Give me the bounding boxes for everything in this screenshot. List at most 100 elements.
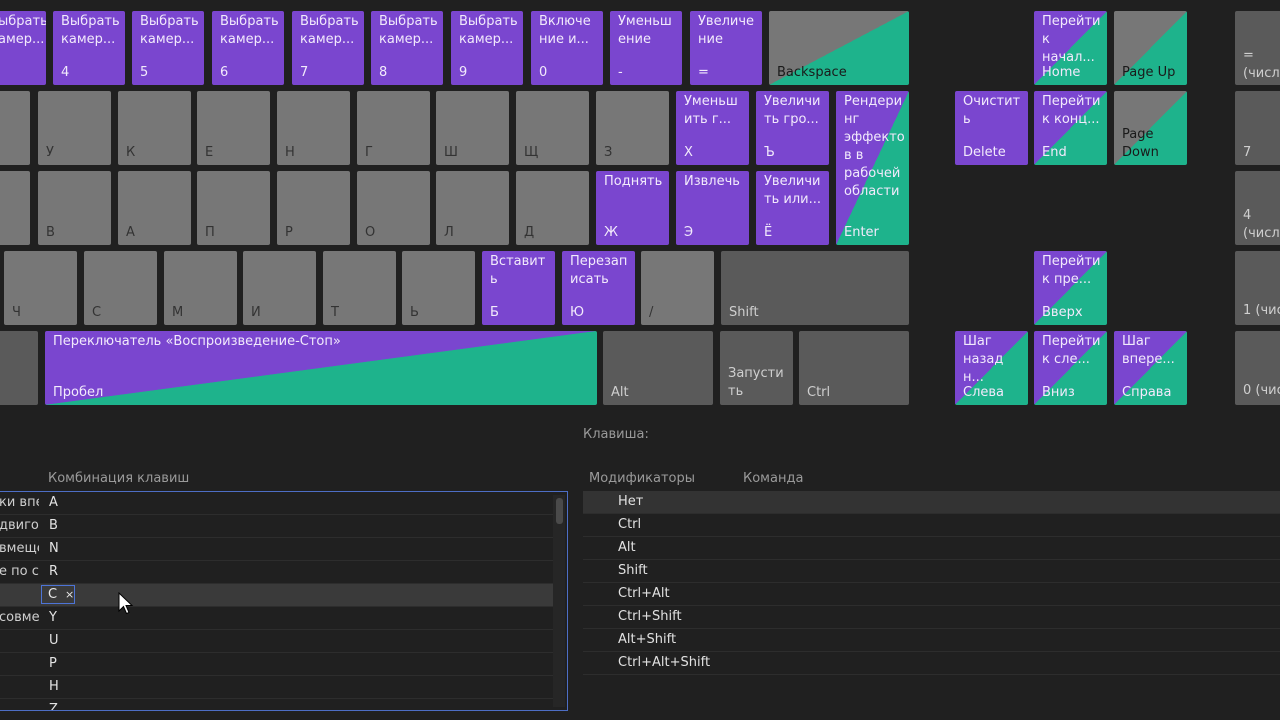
table-row[interactable]: совмес Y <box>0 607 554 630</box>
key-space[interactable]: Переключатель «Воспроизведение-Стоп» Про… <box>45 331 597 405</box>
key-arrow-up[interactable]: Перейти к пре... Вверх <box>1034 251 1107 325</box>
key-equals[interactable]: Увеличе ние = <box>690 11 762 85</box>
key-label: Ё <box>764 225 773 240</box>
key-page-up[interactable]: Page Up <box>1114 11 1187 85</box>
key-menu[interactable]: Запусти ть <box>720 331 793 405</box>
table-row[interactable]: ки впе A <box>0 492 554 515</box>
key-sch[interactable]: Щ <box>516 91 589 165</box>
key-label: Вниз <box>1042 385 1075 400</box>
shortcut-edit-chip[interactable]: C × <box>41 585 75 604</box>
key-q[interactable] <box>0 91 30 165</box>
modifier-row[interactable]: Alt <box>583 537 1280 560</box>
key-numpad-4[interactable]: 4 (числ <box>1235 171 1280 245</box>
key-numpad-7[interactable]: 7 <box>1235 91 1280 165</box>
key-numpad-equals[interactable]: = (числ <box>1235 11 1280 85</box>
key-win-left[interactable] <box>0 331 38 405</box>
key-end[interactable]: Перейти к конц... End <box>1034 91 1107 165</box>
list-scrollbar-thumb[interactable] <box>556 498 563 524</box>
key-9[interactable]: Выбрать камер... 9 <box>451 11 523 85</box>
key-k[interactable]: К <box>118 91 191 165</box>
modifier-row[interactable]: Ctrl+Shift <box>583 606 1280 629</box>
key-command: Перезап исать <box>570 254 628 287</box>
key-yo[interactable]: Увеличи ть или... Ё <box>756 171 829 245</box>
key-arrow-left[interactable]: Шаг назад н... Слева <box>955 331 1028 405</box>
key-6[interactable]: Выбрать камер... 6 <box>212 11 284 85</box>
table-row-selected[interactable]: C × <box>0 584 554 607</box>
key-v[interactable]: В <box>38 171 111 245</box>
key-ch[interactable]: Ч <box>4 251 77 325</box>
key-arrow-right[interactable]: Шаг впере... Справа <box>1114 331 1187 405</box>
key-g[interactable]: Г <box>357 91 430 165</box>
mouse-cursor-icon <box>118 592 134 615</box>
table-row[interactable]: вмеще N <box>0 538 554 561</box>
key-home[interactable]: Перейти к начал... Home <box>1034 11 1107 85</box>
key-7[interactable]: Выбрать камер... 7 <box>292 11 364 85</box>
key-b[interactable]: Вставит ь Б <box>482 251 555 325</box>
key-label: Слева <box>963 385 1005 400</box>
key-4[interactable]: Выбрать камер... 4 <box>53 11 125 85</box>
key-l[interactable]: Л <box>436 171 509 245</box>
key-n[interactable]: Н <box>277 91 350 165</box>
key-8[interactable]: Выбрать камер... 8 <box>371 11 443 85</box>
table-row[interactable]: H <box>0 676 554 699</box>
table-row[interactable]: Z <box>0 699 554 710</box>
key-command: Поднять <box>604 174 663 189</box>
key-sh[interactable]: Ш <box>436 91 509 165</box>
key-r[interactable]: Р <box>277 171 350 245</box>
modifier-row[interactable]: Ctrl+Alt <box>583 583 1280 606</box>
key-3-camera[interactable]: ыбрать амер... <box>0 11 46 85</box>
key-a[interactable]: А <box>118 171 191 245</box>
key-numpad-0[interactable]: 0 (числ <box>1235 331 1280 405</box>
key-m[interactable]: М <box>164 251 237 325</box>
key-label: Т <box>331 305 339 320</box>
key-yu[interactable]: Перезап исать Ю <box>562 251 635 325</box>
key-label: Г <box>365 145 373 160</box>
key-command: Выбрать камер... <box>459 14 518 47</box>
table-row[interactable]: U <box>0 630 554 653</box>
modifier-row[interactable]: Ctrl <box>583 514 1280 537</box>
key-delete[interactable]: Очистит ь Delete <box>955 91 1028 165</box>
key-5[interactable]: Выбрать камер... 5 <box>132 11 204 85</box>
table-row[interactable]: P <box>0 653 554 676</box>
shortcut-list[interactable]: ки впе A двигом B вмеще N е по ск R C × … <box>0 491 568 711</box>
key-command: Выбрать камер... <box>140 14 199 47</box>
key-s[interactable]: С <box>84 251 157 325</box>
key-shift-right[interactable]: Shift <box>721 251 909 325</box>
key-u[interactable]: У <box>38 91 111 165</box>
key-minus[interactable]: Уменьш ение - <box>610 11 682 85</box>
key-page-down[interactable]: Page Down <box>1114 91 1187 165</box>
key-soft-sign[interactable]: Ь <box>402 251 475 325</box>
key-hard-sign[interactable]: Увеличи ть гро... Ъ <box>756 91 829 165</box>
modifier-row[interactable]: Shift <box>583 560 1280 583</box>
key-o[interactable]: О <box>357 171 430 245</box>
list-scrollbar[interactable] <box>553 495 565 707</box>
key-numpad-1[interactable]: 1 (числ <box>1235 251 1280 325</box>
key-enter[interactable]: Рендери нг эффекто в в рабочей области E… <box>836 91 909 245</box>
modifier-row[interactable]: Alt+Shift <box>583 629 1280 652</box>
key-i[interactable]: И <box>243 251 316 325</box>
key-0[interactable]: Включе ние и... 0 <box>531 11 603 85</box>
key-kh[interactable]: Уменьш ить г... Х <box>676 91 749 165</box>
key-command: Переключатель «Воспроизведение-Стоп» <box>53 334 341 349</box>
key-e[interactable]: Е <box>197 91 270 165</box>
modifier-row[interactable]: Ctrl+Alt+Shift <box>583 652 1280 675</box>
table-row[interactable]: двигом B <box>0 515 554 538</box>
modifier-row[interactable]: Нет <box>583 491 1280 514</box>
key-f[interactable] <box>0 171 30 245</box>
close-icon[interactable]: × <box>65 586 74 603</box>
key-zh[interactable]: Поднять Ж <box>596 171 669 245</box>
key-label: 0 (числ <box>1243 383 1280 398</box>
key-p[interactable]: П <box>197 171 270 245</box>
key-e-rev[interactable]: Извлечь Э <box>676 171 749 245</box>
key-z[interactable]: З <box>596 91 669 165</box>
key-arrow-down[interactable]: Перейти к сле... Вниз <box>1034 331 1107 405</box>
key-ctrl-right[interactable]: Ctrl <box>799 331 909 405</box>
key-d[interactable]: Д <box>516 171 589 245</box>
shortcut-key: U <box>49 633 59 648</box>
key-t[interactable]: Т <box>323 251 396 325</box>
key-label: И <box>251 305 261 320</box>
key-backspace[interactable]: Backspace <box>769 11 909 85</box>
key-slash[interactable]: / <box>641 251 714 325</box>
table-row[interactable]: е по ск R <box>0 561 554 584</box>
key-alt-right[interactable]: Alt <box>603 331 713 405</box>
